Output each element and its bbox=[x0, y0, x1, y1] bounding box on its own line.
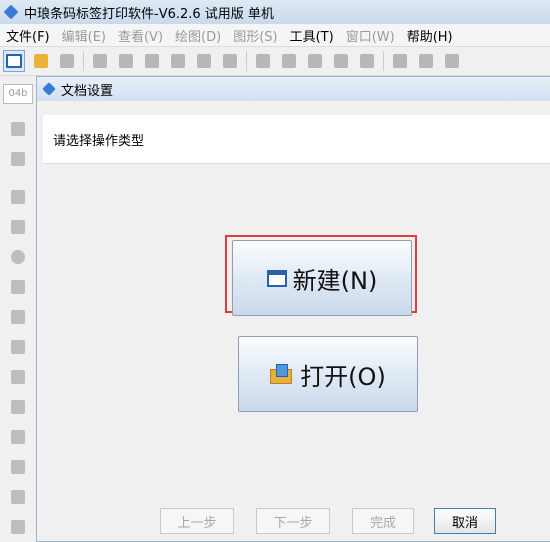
database-icon[interactable] bbox=[168, 51, 188, 71]
document-settings-dialog: 文档设置 请选择操作类型 新建(N) 打开(O) 上一步 下一步 完成 取消 bbox=[36, 76, 550, 542]
app-logo-icon bbox=[3, 4, 19, 20]
dialog-prompt: 请选择操作类型 bbox=[53, 134, 145, 149]
cut-icon[interactable] bbox=[253, 51, 273, 71]
pan-icon[interactable] bbox=[9, 150, 27, 168]
settings-icon[interactable] bbox=[90, 51, 110, 71]
shape-icon[interactable] bbox=[9, 428, 27, 446]
dialog-titlebar: 文档设置 bbox=[37, 77, 550, 101]
undo-icon[interactable] bbox=[331, 51, 351, 71]
left-toolstrip: 04b bbox=[0, 76, 37, 540]
main-toolbar bbox=[0, 47, 550, 76]
open-button[interactable]: 打开(O) bbox=[238, 336, 418, 412]
curve-icon[interactable] bbox=[9, 488, 27, 506]
rectangle-icon[interactable] bbox=[9, 218, 27, 236]
save-icon[interactable] bbox=[57, 51, 77, 71]
menu-tools[interactable]: 工具(T) bbox=[284, 26, 340, 45]
barcode-icon[interactable] bbox=[9, 398, 27, 416]
open-button-label: 打开(O) bbox=[300, 362, 386, 391]
menu-shape[interactable]: 图形(S) bbox=[227, 26, 283, 45]
open-folder-icon bbox=[270, 364, 294, 384]
table-icon[interactable] bbox=[9, 458, 27, 476]
new-button-label: 新建(N) bbox=[292, 266, 378, 295]
line-icon[interactable] bbox=[9, 188, 27, 206]
image-icon[interactable] bbox=[9, 278, 27, 296]
zoom-fit-icon[interactable] bbox=[442, 51, 462, 71]
menu-window[interactable]: 窗口(W) bbox=[340, 26, 401, 45]
zoom-field[interactable]: 04b bbox=[3, 84, 33, 104]
finish-button[interactable]: 完成 bbox=[352, 508, 414, 534]
open-folder-icon[interactable] bbox=[31, 51, 51, 71]
cancel-button[interactable]: 取消 bbox=[434, 508, 496, 534]
toolbar-separator bbox=[246, 51, 247, 71]
menu-file[interactable]: 文件(F) bbox=[0, 26, 56, 45]
ellipse-icon[interactable] bbox=[9, 248, 27, 266]
app-title: 中琅条码标签打印软件-V6.2.6 试用版 单机 bbox=[24, 6, 274, 22]
menu-draw[interactable]: 绘图(D) bbox=[169, 26, 227, 45]
zoom-in-icon[interactable] bbox=[390, 51, 410, 71]
picture-icon[interactable] bbox=[9, 308, 27, 326]
toolbar-separator bbox=[83, 51, 84, 71]
sheet-icon[interactable] bbox=[194, 51, 214, 71]
dialog-title: 文档设置 bbox=[61, 83, 114, 99]
new-button[interactable]: 新建(N) bbox=[232, 240, 412, 316]
print-preview-icon[interactable] bbox=[142, 51, 162, 71]
multiline-text-icon[interactable] bbox=[9, 368, 27, 386]
menu-bar: 文件(F) 编辑(E) 查看(V) 绘图(D) 图形(S) 工具(T) 窗口(W… bbox=[0, 24, 550, 47]
menu-edit[interactable]: 编辑(E) bbox=[56, 26, 112, 45]
zoom-out-icon[interactable] bbox=[416, 51, 436, 71]
new-doc-icon[interactable] bbox=[3, 50, 25, 72]
next-button[interactable]: 下一步 bbox=[256, 508, 330, 534]
text-icon[interactable] bbox=[9, 338, 27, 356]
grid-icon[interactable] bbox=[220, 51, 240, 71]
pointer-icon[interactable] bbox=[9, 120, 27, 138]
print-icon[interactable] bbox=[116, 51, 136, 71]
toolbar-separator bbox=[383, 51, 384, 71]
prev-button[interactable]: 上一步 bbox=[160, 508, 234, 534]
copy-icon[interactable] bbox=[279, 51, 299, 71]
redo-icon[interactable] bbox=[357, 51, 377, 71]
menu-view[interactable]: 查看(V) bbox=[112, 26, 169, 45]
dialog-header-panel: 请选择操作类型 bbox=[43, 115, 550, 164]
dialog-logo-icon bbox=[42, 82, 56, 96]
arc-icon[interactable] bbox=[9, 518, 27, 536]
app-titlebar: 中琅条码标签打印软件-V6.2.6 试用版 单机 bbox=[0, 0, 550, 24]
new-doc-icon bbox=[266, 269, 287, 287]
paste-icon[interactable] bbox=[305, 51, 325, 71]
menu-help[interactable]: 帮助(H) bbox=[401, 26, 459, 45]
